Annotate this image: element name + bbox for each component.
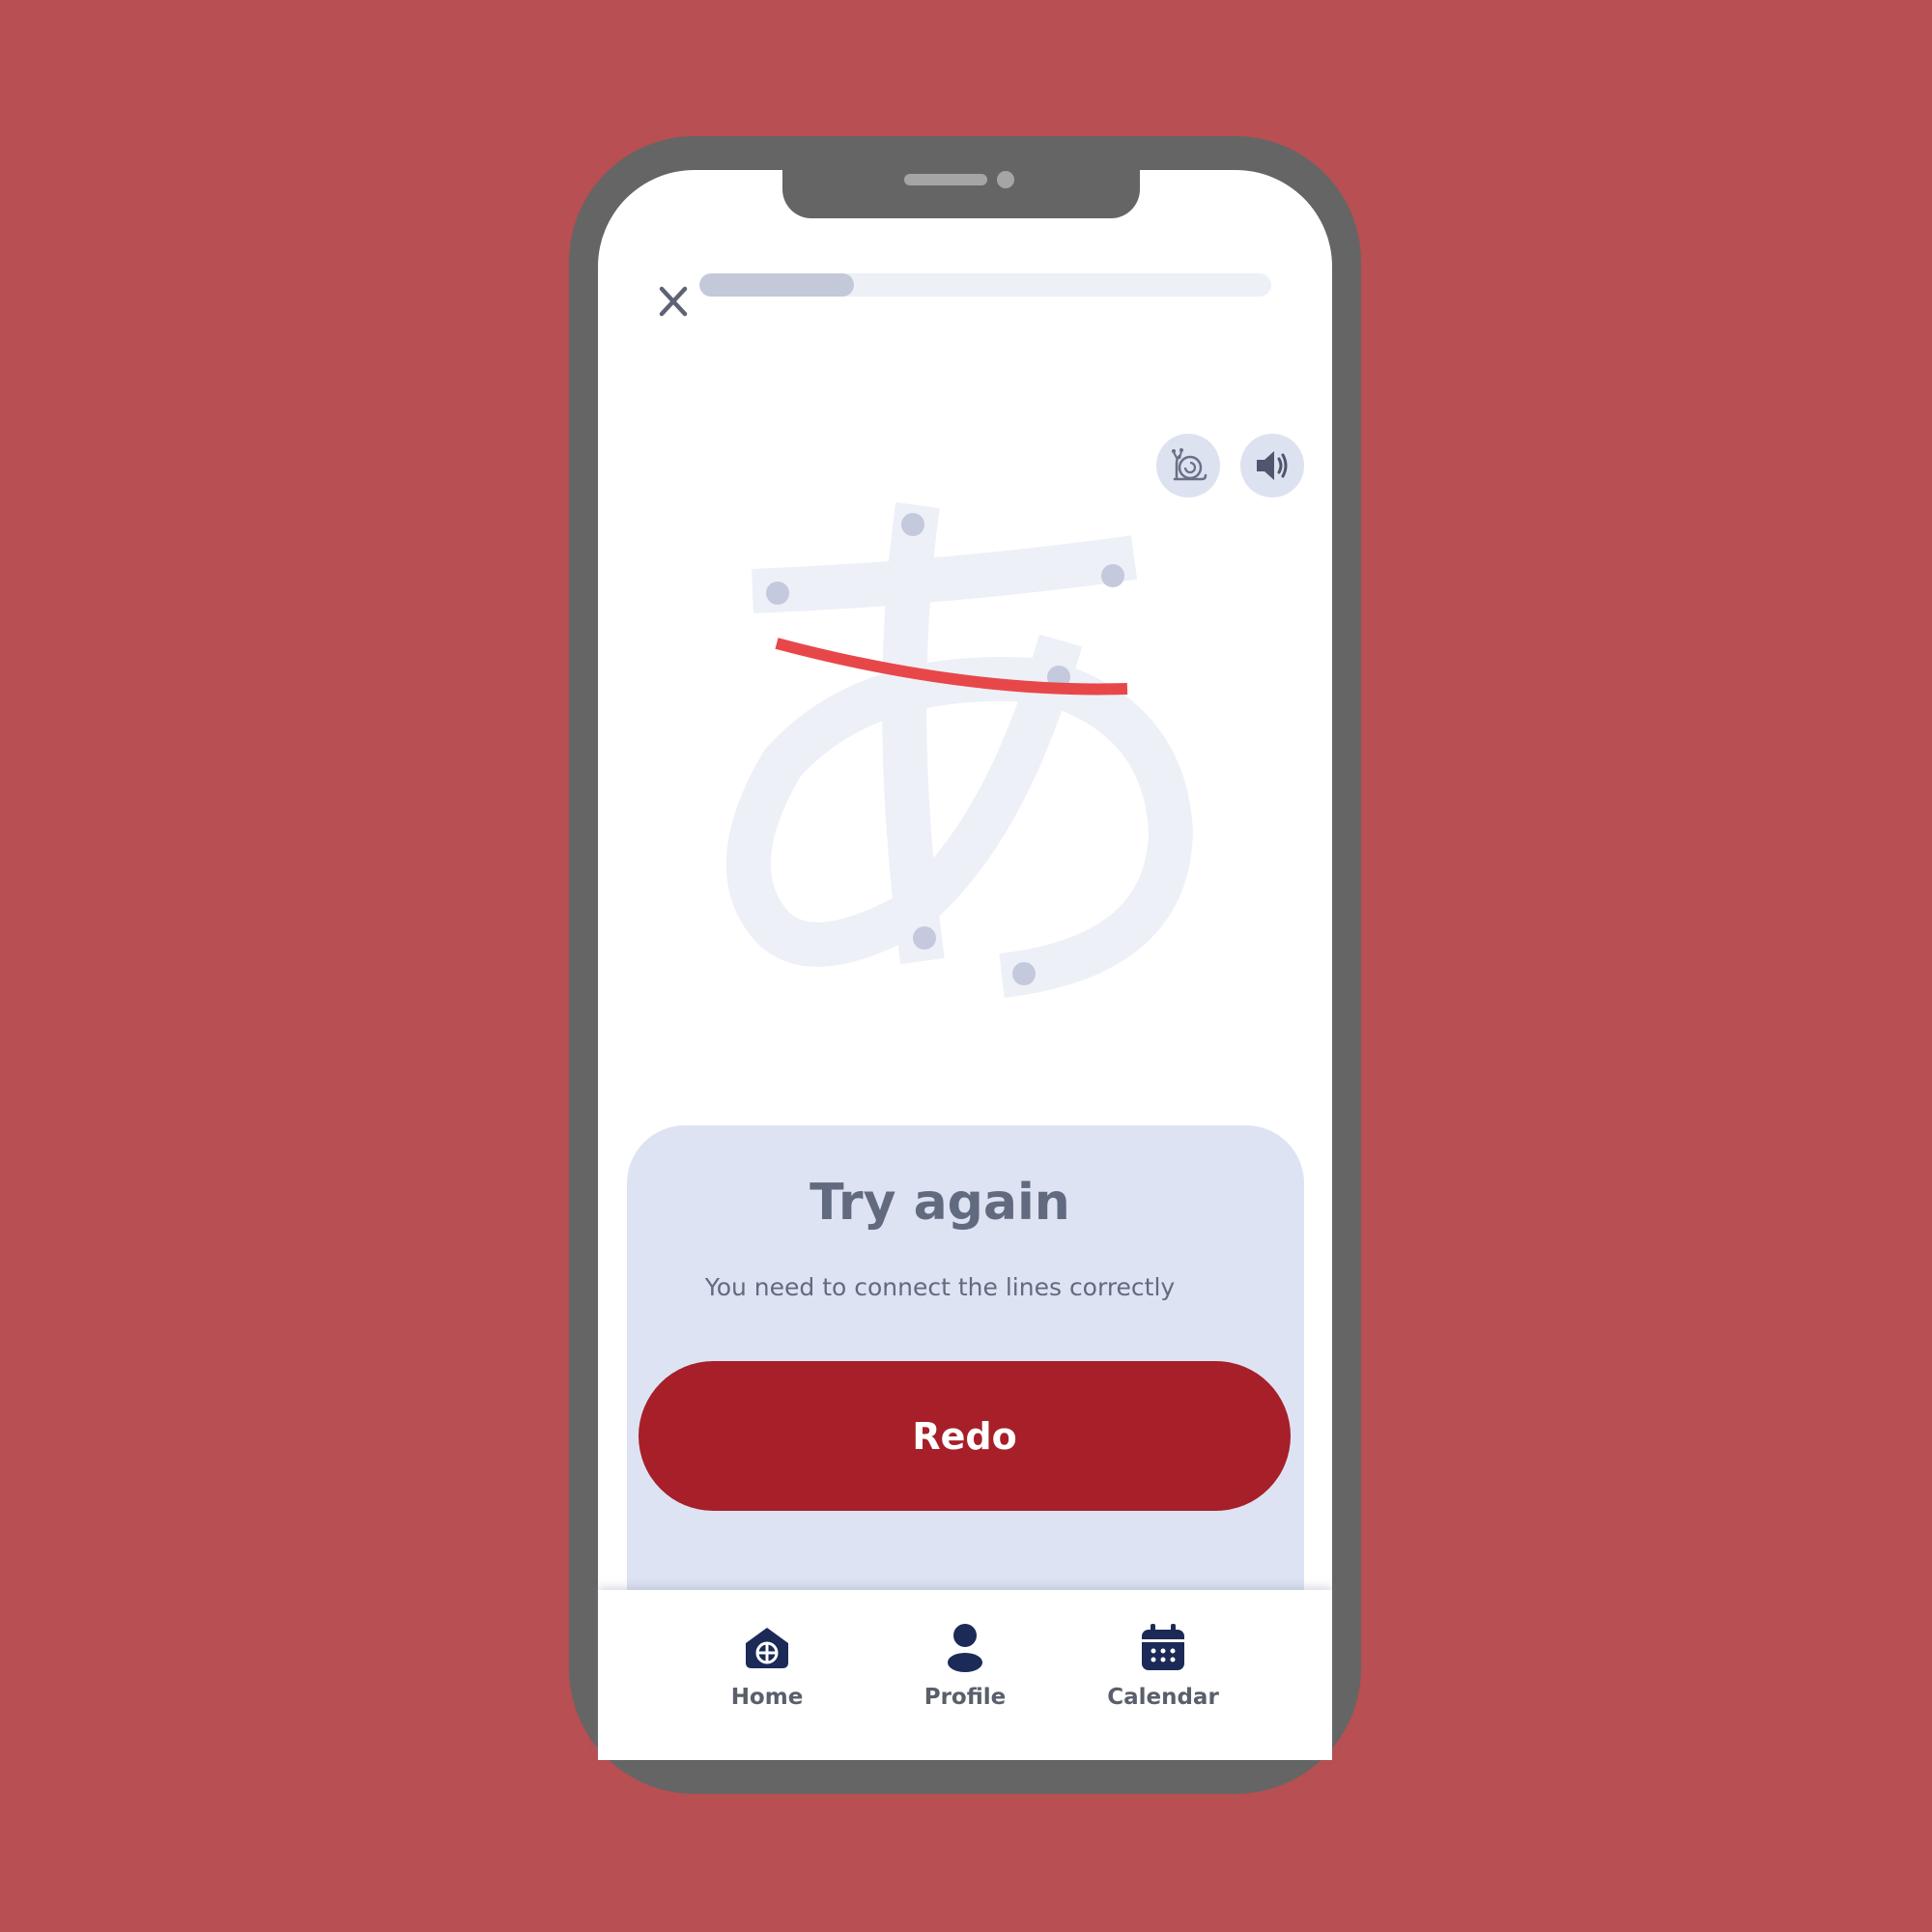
guide-dot	[1101, 564, 1124, 587]
nav-item-home[interactable]: Home	[690, 1621, 844, 1718]
feedback-message: You need to connect the lines correctly	[704, 1273, 1176, 1301]
nav-label-profile: Profile	[923, 1685, 1007, 1710]
profile-icon	[939, 1621, 991, 1673]
home-icon	[741, 1621, 793, 1673]
guide-stroke-1	[752, 535, 1138, 613]
guide-dot	[901, 513, 924, 536]
guide-dot	[766, 582, 789, 605]
nav-item-profile[interactable]: Profile	[888, 1621, 1042, 1718]
calendar-icon	[1137, 1621, 1189, 1673]
nav-item-calendar[interactable]: Calendar	[1086, 1621, 1240, 1718]
nav-label-calendar: Calendar	[1107, 1685, 1219, 1710]
stage: Try again You need to connect the lines …	[0, 0, 1932, 1932]
redo-button[interactable]: Redo	[639, 1361, 1291, 1511]
feedback-title: Try again	[810, 1174, 1070, 1232]
nav-label-home: Home	[730, 1685, 804, 1710]
guide-dot	[1012, 962, 1036, 985]
guide-dot	[913, 926, 936, 950]
